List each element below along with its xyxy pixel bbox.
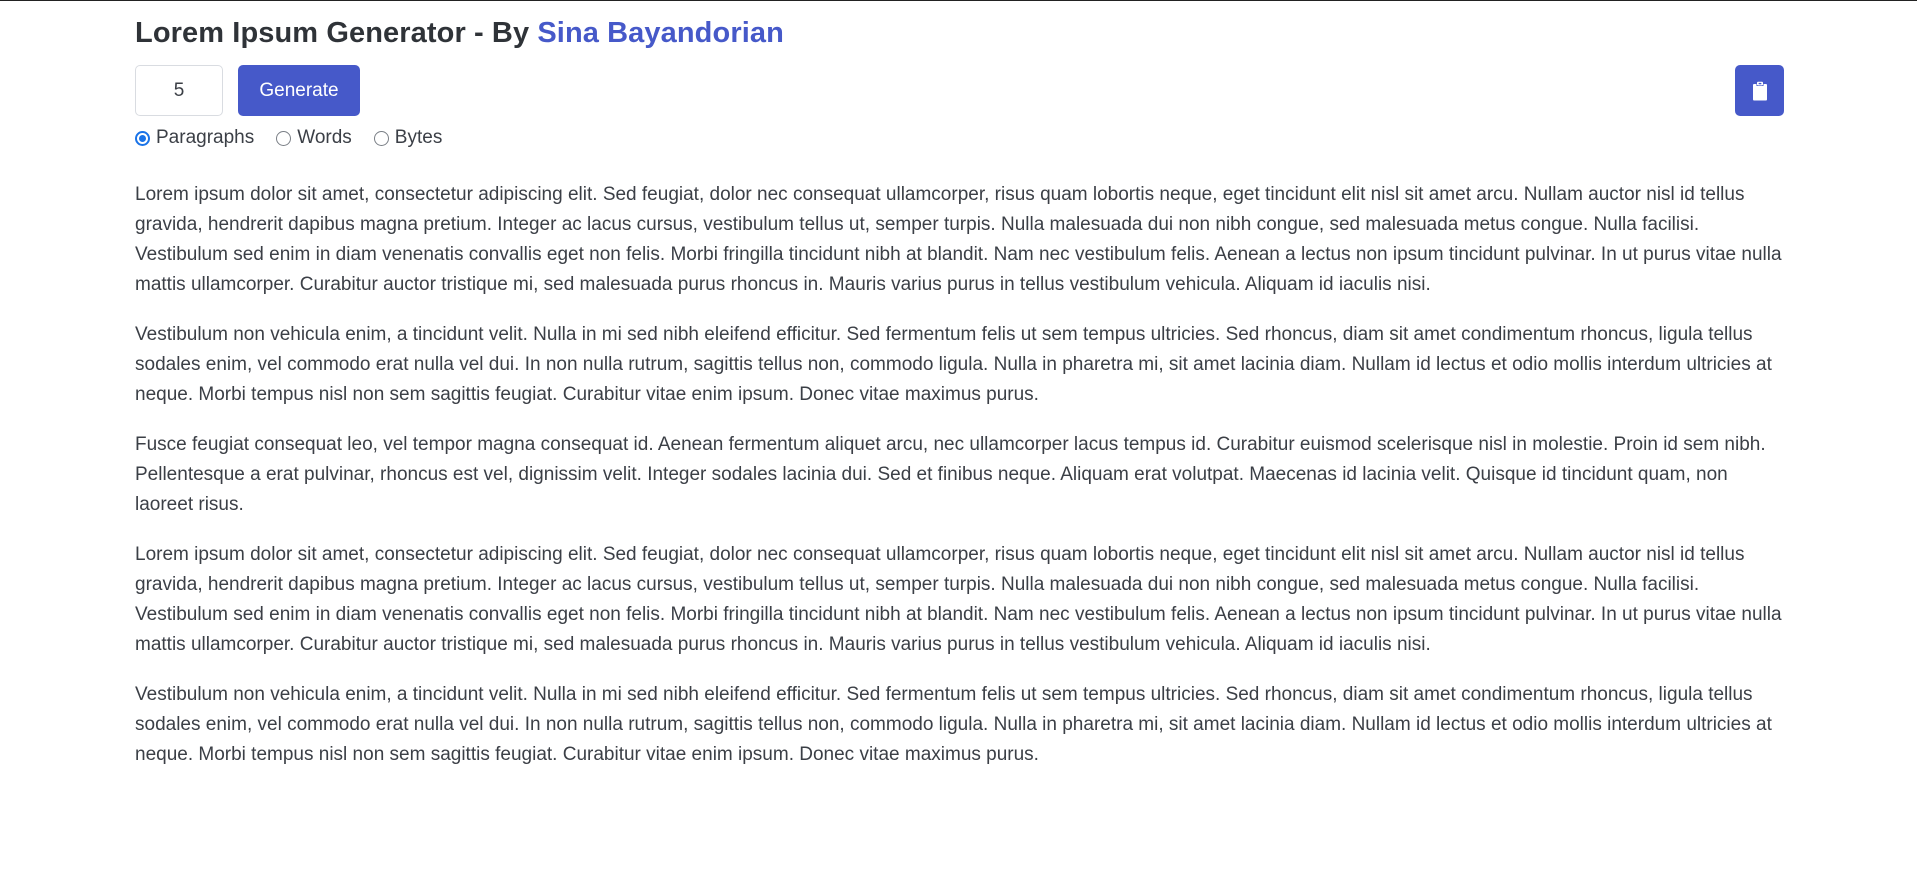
output-type-options: Paragraphs Words Bytes — [135, 124, 1785, 152]
main-container: Lorem Ipsum Generator - By Sina Bayandor… — [135, 14, 1785, 790]
count-input[interactable] — [135, 65, 223, 116]
paragraph: Vestibulum non vehicula enim, a tincidun… — [135, 684, 1772, 765]
top-border — [0, 0, 1917, 1]
option-label: Bytes — [394, 127, 443, 148]
page-title: Lorem Ipsum Generator - By Sina Bayandor… — [135, 14, 1785, 52]
controls-row: Generate — [135, 65, 1785, 116]
radio-words[interactable] — [276, 130, 292, 146]
option-label: Paragraphs — [156, 127, 255, 148]
paragraph: Fusce feugiat consequat leo, vel tempor … — [135, 434, 1766, 515]
author-name: Sina Bayandorian — [537, 17, 784, 49]
radio-paragraphs[interactable] — [135, 130, 150, 146]
paragraph: Vestibulum non vehicula enim, a tincidun… — [135, 324, 1772, 405]
generated-text: Lorem ipsum dolor sit amet, consectetur … — [135, 180, 1785, 770]
option-words[interactable]: Words — [276, 127, 352, 149]
generate-button[interactable]: Generate — [238, 65, 360, 116]
copy-button[interactable] — [1735, 65, 1784, 116]
option-paragraphs[interactable]: Paragraphs — [135, 127, 254, 149]
paragraph: Lorem ipsum dolor sit amet, consectetur … — [135, 544, 1782, 655]
option-label: Words — [297, 127, 352, 148]
clipboard-icon — [1752, 81, 1768, 101]
option-bytes[interactable]: Bytes — [373, 127, 443, 149]
paragraph: Lorem ipsum dolor sit amet, consectetur … — [135, 184, 1782, 295]
title-prefix: Lorem Ipsum Generator - By — [135, 17, 538, 49]
radio-bytes[interactable] — [373, 130, 389, 146]
